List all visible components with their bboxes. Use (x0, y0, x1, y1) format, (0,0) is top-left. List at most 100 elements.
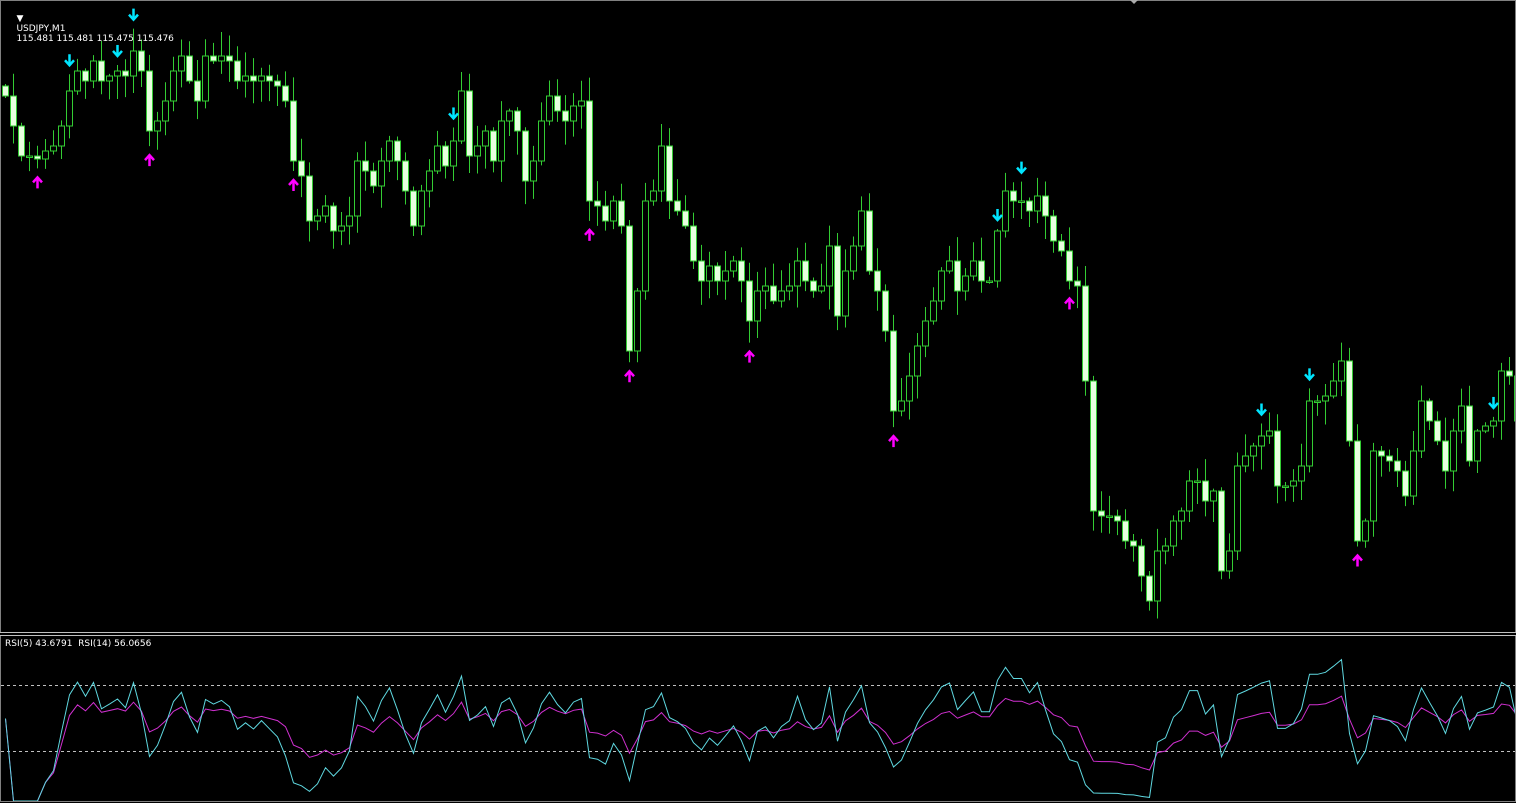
candle-body (146, 70, 153, 132)
candle (914, 332, 921, 399)
candle-body (74, 70, 81, 92)
candle-body (826, 245, 833, 287)
candle (898, 378, 905, 417)
candle-body (186, 55, 193, 82)
candle (714, 262, 721, 296)
candle (1338, 342, 1345, 397)
candle (242, 52, 249, 98)
candle (410, 186, 417, 236)
candle (1226, 533, 1233, 579)
candle-body (1098, 510, 1105, 517)
candle (1178, 507, 1185, 540)
candle-body (874, 270, 881, 292)
candle-body (1194, 480, 1201, 483)
candle (1274, 414, 1281, 504)
buy-arrow-icon (888, 434, 899, 448)
candle-body (482, 130, 489, 147)
candle (122, 59, 129, 98)
candle (1146, 571, 1153, 611)
candle (858, 196, 865, 251)
candle (626, 219, 633, 363)
candle (1122, 509, 1129, 549)
candle-body (1010, 190, 1017, 202)
symbol-timeframe: USDJPY,M1 (16, 24, 66, 34)
candle (306, 162, 313, 242)
candle (1010, 182, 1017, 219)
candle-body (170, 70, 177, 102)
sell-arrow-icon (1016, 161, 1027, 175)
candle-body (10, 95, 17, 127)
candle-body (1026, 200, 1033, 212)
candle-body (1058, 240, 1065, 252)
candle-body (306, 175, 313, 222)
price-chart-panel[interactable]: ▼ USDJPY,M1 115.481 115.481 115.475 115.… (0, 0, 1516, 632)
rsi-panel[interactable]: RSI(5) 43.6791 RSI(14) 56.0656 (0, 636, 1516, 802)
candle (266, 64, 273, 102)
candle-body (1130, 540, 1137, 547)
candle-body (402, 160, 409, 192)
candle (586, 77, 593, 221)
candle (538, 102, 545, 166)
candle (354, 152, 361, 233)
candle (770, 263, 777, 305)
candle-body (106, 75, 113, 82)
candle (1490, 416, 1497, 438)
candle (1034, 177, 1041, 224)
rsi-fast-line (5, 658, 1515, 801)
candle-body (970, 260, 977, 277)
candle-body (618, 200, 625, 227)
candle-body (394, 140, 401, 162)
candle-body (1386, 455, 1393, 462)
candle-body (138, 50, 145, 72)
candle (666, 128, 673, 219)
candle (1050, 209, 1057, 253)
candle (650, 179, 657, 206)
candle (970, 242, 977, 281)
candle (346, 196, 353, 245)
candle-body (322, 205, 329, 217)
candle-body (674, 200, 681, 212)
candle (1314, 395, 1321, 416)
candle (1218, 487, 1225, 580)
candle (994, 228, 1001, 288)
candlestick-chart (2, 8, 1515, 619)
candle (218, 32, 225, 74)
candle (162, 82, 169, 136)
candle-body (114, 70, 121, 77)
candle-body (562, 110, 569, 122)
candle (1170, 515, 1177, 557)
candle-body (346, 215, 353, 227)
candle (1194, 468, 1201, 504)
candle-body (570, 105, 577, 122)
candle (978, 237, 985, 293)
candle-body (810, 280, 817, 292)
candle-body (1266, 430, 1273, 437)
candle-body (682, 210, 689, 227)
shift-marker-icon[interactable] (1130, 0, 1138, 4)
candle-body (450, 140, 457, 167)
candle-body (1474, 430, 1481, 462)
candle-body (1362, 520, 1369, 542)
candle (1018, 181, 1025, 220)
candle-body (1178, 510, 1185, 522)
candle-body (578, 100, 585, 107)
candle (1442, 417, 1449, 489)
candle-body (746, 280, 753, 322)
candle-body (362, 160, 369, 172)
candle-body (1394, 460, 1401, 472)
candle (658, 123, 665, 202)
candle (66, 74, 73, 139)
candle (874, 248, 881, 311)
candle (1258, 423, 1265, 470)
candle-body (866, 210, 873, 272)
collapse-triangle-icon[interactable]: ▼ (16, 14, 23, 24)
sell-arrow-icon (448, 107, 459, 121)
candle (58, 120, 65, 160)
candle-body (586, 100, 593, 202)
candle-body (218, 55, 225, 62)
candle (1506, 357, 1513, 385)
candle (18, 122, 25, 162)
candle-body (1242, 455, 1249, 467)
candle-body (1082, 285, 1089, 382)
candle (1138, 538, 1145, 592)
